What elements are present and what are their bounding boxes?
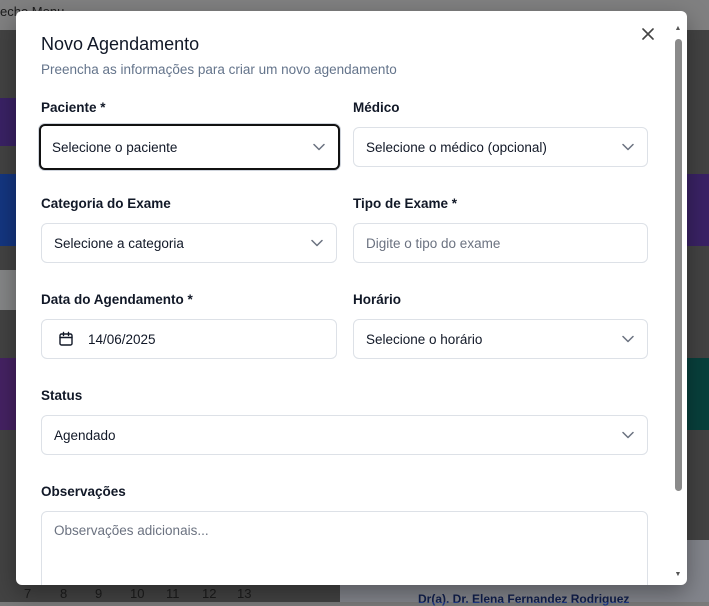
appointment-date-label: Data do Agendamento * [41, 292, 193, 307]
time-select[interactable]: Selecione o horário [353, 319, 648, 359]
time-select-value: Selecione o horário [366, 331, 483, 347]
time-label: Horário [353, 292, 402, 307]
scrollbar-thumb[interactable] [675, 39, 682, 491]
status-label: Status [41, 388, 83, 403]
appointment-date-picker[interactable]: 14/06/2025 [41, 319, 337, 359]
chevron-down-icon [621, 428, 635, 442]
calendar-icon [58, 331, 74, 347]
patient-select[interactable]: Selecione o paciente [39, 124, 340, 170]
patient-select-value: Selecione o paciente [52, 139, 178, 155]
chevron-down-icon [312, 140, 326, 154]
chevron-down-icon [621, 332, 635, 346]
exam-category-value: Selecione a categoria [54, 235, 184, 251]
exam-type-placeholder: Digite o tipo do exame [366, 235, 501, 251]
notes-placeholder: Observações adicionais... [54, 523, 209, 538]
doctor-select[interactable]: Selecione o médico (opcional) [353, 127, 648, 167]
new-appointment-dialog: Novo Agendamento Preencha as informações… [16, 11, 687, 585]
close-icon[interactable] [639, 25, 657, 43]
chevron-down-icon [621, 140, 635, 154]
doctor-label: Médico [353, 100, 400, 115]
appointment-date-value: 14/06/2025 [88, 331, 156, 347]
dialog-scrollbar[interactable]: ▲ ▼ [673, 25, 683, 581]
patient-label: Paciente * [41, 100, 106, 115]
exam-type-label: Tipo de Exame * [353, 196, 458, 211]
doctor-select-value: Selecione o médico (opcional) [366, 139, 547, 155]
exam-category-label: Categoria do Exame [41, 196, 171, 211]
status-select[interactable]: Agendado [41, 415, 648, 455]
exam-type-input[interactable]: Digite o tipo do exame [353, 223, 648, 263]
notes-label: Observações [41, 484, 126, 499]
status-select-value: Agendado [54, 427, 116, 443]
notes-textarea[interactable]: Observações adicionais... [41, 511, 648, 585]
exam-category-select[interactable]: Selecione a categoria [41, 223, 337, 263]
scroll-up-arrow-icon[interactable]: ▲ [673, 25, 683, 35]
chevron-down-icon [310, 236, 324, 250]
scroll-down-arrow-icon[interactable]: ▼ [673, 571, 683, 581]
dialog-subtitle: Preencha as informações para criar um no… [41, 62, 397, 77]
dialog-title: Novo Agendamento [41, 34, 200, 54]
